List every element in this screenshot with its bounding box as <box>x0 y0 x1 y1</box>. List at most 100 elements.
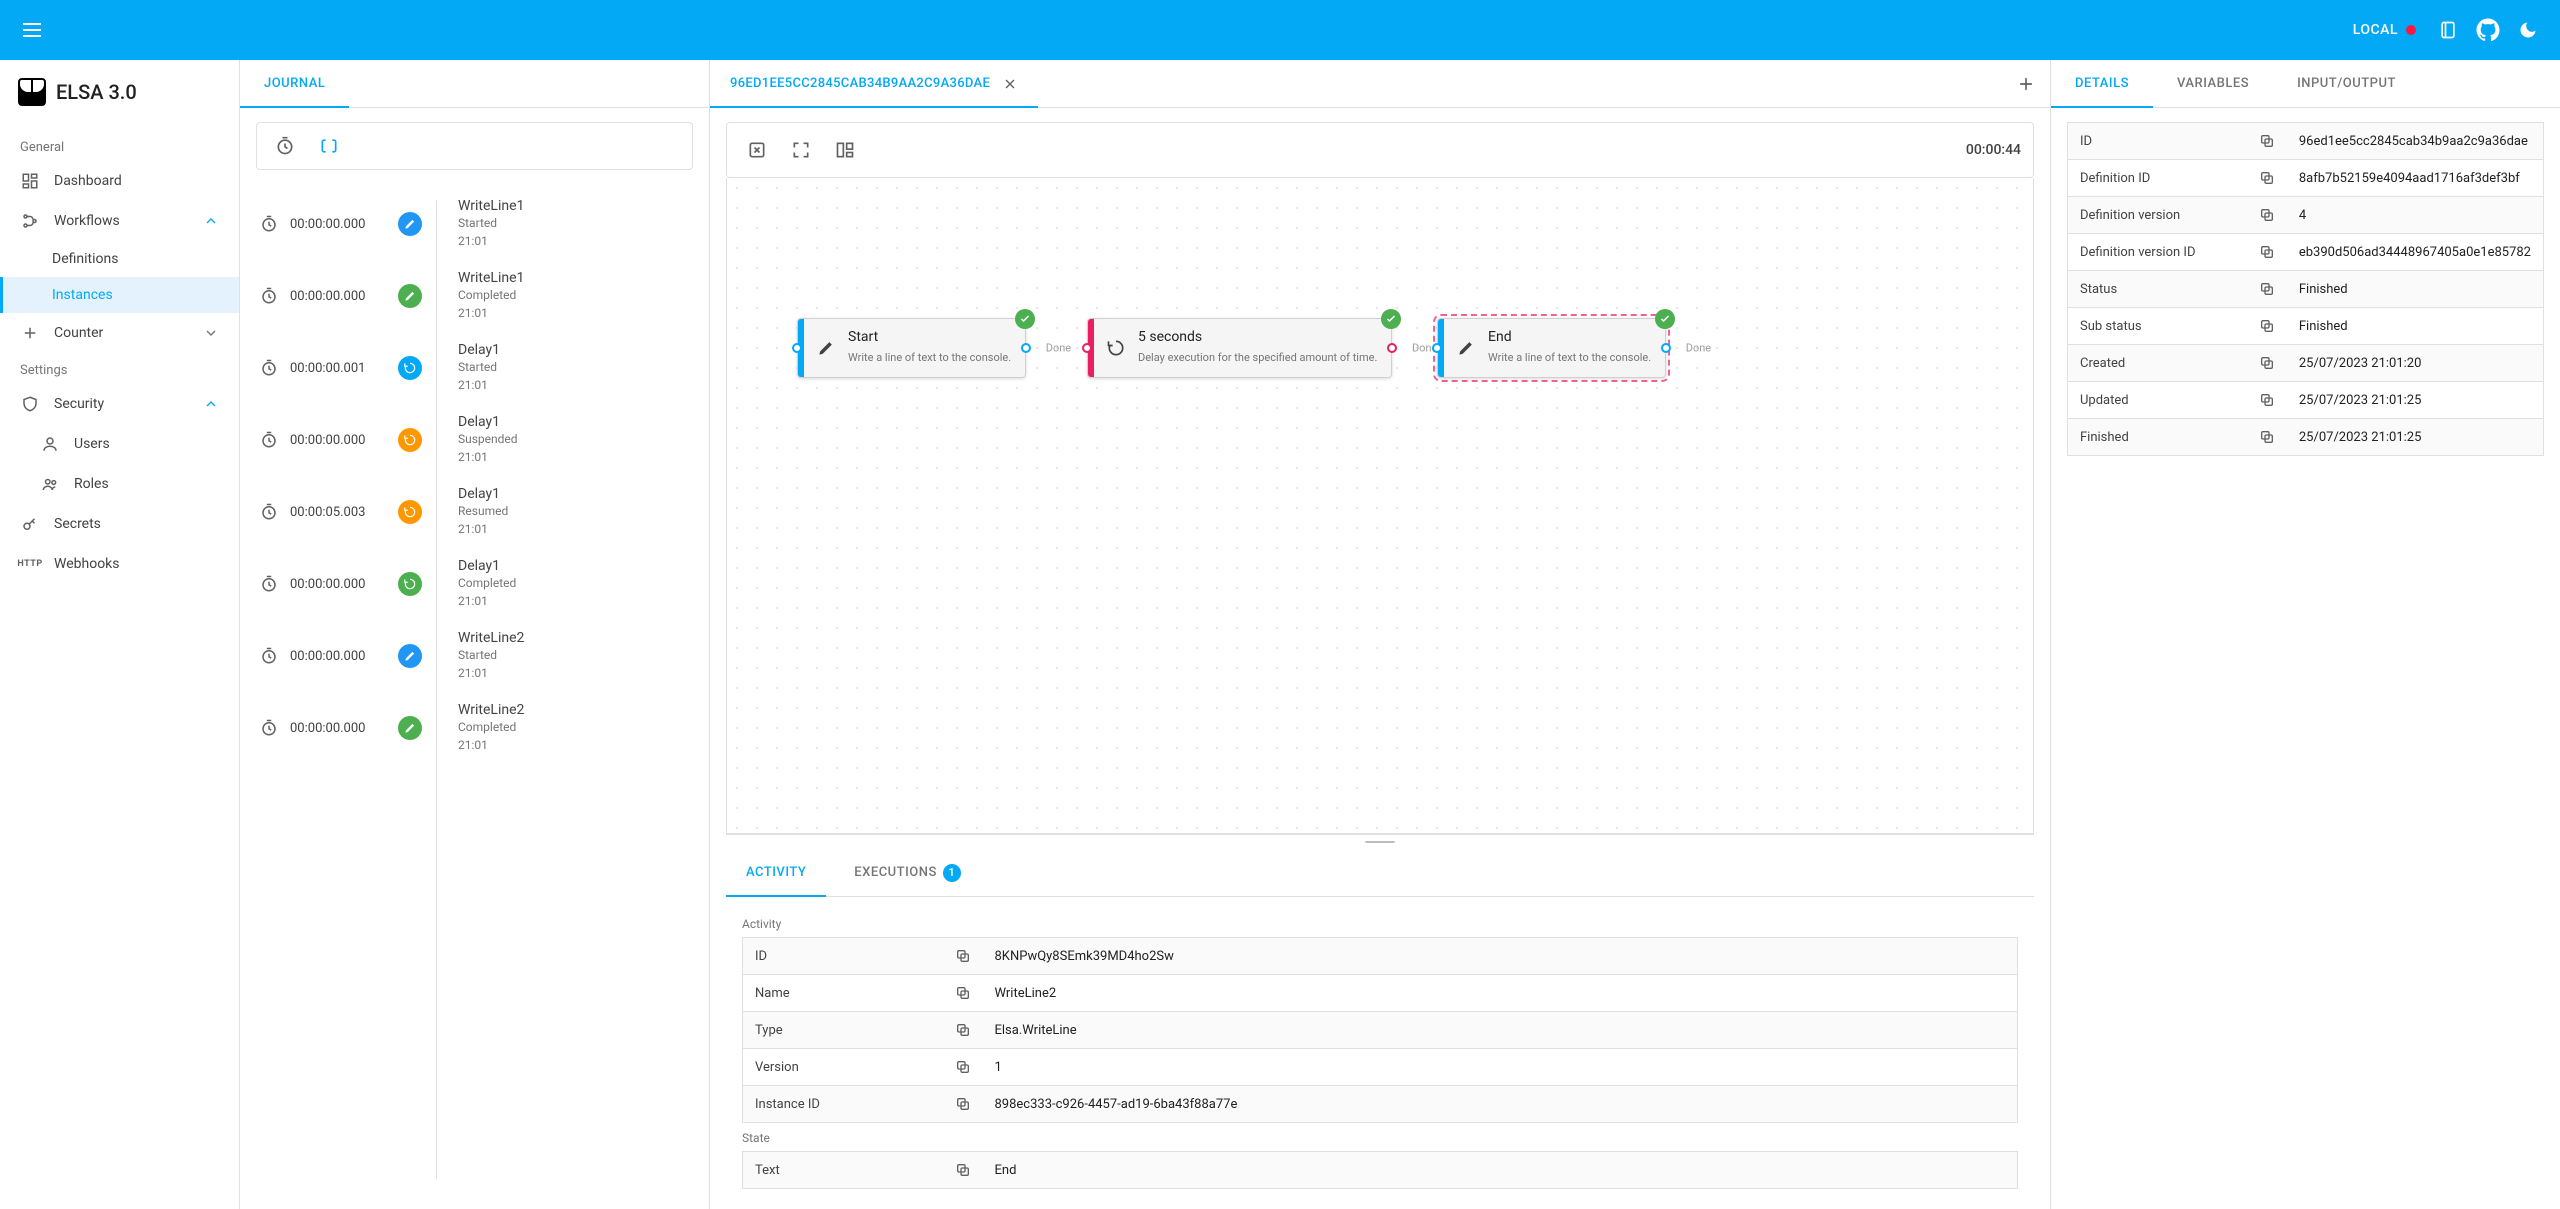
journal-row[interactable]: 00:00:05.003 Delay1 Resumed 21:01 <box>240 476 709 548</box>
node-port-out[interactable] <box>1661 343 1671 353</box>
tab-label: ACTIVITY <box>746 865 806 880</box>
journal-text: Delay1 Suspended 21:01 <box>458 414 518 466</box>
sidebar-item-label: Instances <box>52 287 113 303</box>
tab-label: DETAILS <box>2075 76 2129 91</box>
node-done-label: Done <box>1686 342 1711 355</box>
kv-key: Type <box>743 1012 943 1049</box>
sidebar-item-users[interactable]: Users <box>0 424 239 464</box>
copy-button[interactable] <box>2247 308 2287 345</box>
tab-executions[interactable]: EXECUTIONS 1 <box>834 849 981 896</box>
journal-time: 21:01 <box>458 736 524 754</box>
kv-value: 1 <box>983 1049 2018 1086</box>
zoom-fit-button[interactable] <box>739 132 775 168</box>
kv-value: 25/07/2023 21:01:25 <box>2287 382 2544 419</box>
kv-value: 96ed1ee5cc2845cab34b9aa2c9a36dae <box>2287 123 2544 160</box>
node-icon <box>1444 319 1488 377</box>
kv-key: Finished <box>2068 419 2247 456</box>
journal-title: WriteLine1 <box>458 270 524 286</box>
copy-button[interactable] <box>943 975 983 1012</box>
journal-title: Delay1 <box>458 486 508 502</box>
tab-details[interactable]: DETAILS <box>2051 60 2153 107</box>
environment-indicator[interactable]: LOCAL <box>2353 22 2416 38</box>
tab-activity[interactable]: ACTIVITY <box>726 849 826 896</box>
copy-button[interactable] <box>943 1012 983 1049</box>
node-port-out[interactable] <box>1021 343 1031 353</box>
sidebar-item-security[interactable]: Security <box>0 384 239 424</box>
sidebar-item-dashboard[interactable]: Dashboard <box>0 161 239 201</box>
node-port-in[interactable] <box>1432 343 1442 353</box>
copy-button[interactable] <box>2247 345 2287 382</box>
panel-drag-handle[interactable] <box>726 835 2034 849</box>
journal-badge <box>398 428 422 452</box>
sidebar-item-label: Counter <box>54 325 103 341</box>
sidebar-item-workflows[interactable]: Workflows <box>0 201 239 241</box>
close-icon[interactable] <box>1002 76 1018 92</box>
journal-title: Delay1 <box>458 342 500 358</box>
copy-button[interactable] <box>943 1049 983 1086</box>
details-panel: DETAILS VARIABLES INPUT/OUTPUT ID 96ed1e… <box>2050 60 2560 1209</box>
kv-key: Definition version ID <box>2068 234 2247 271</box>
journal-timer-button[interactable] <box>265 126 305 166</box>
tab-variables[interactable]: VARIABLES <box>2153 60 2273 107</box>
kv-key: Name <box>743 975 943 1012</box>
sidebar: ELSA 3.0 General Dashboard Workflows Def… <box>0 60 240 1209</box>
docs-button[interactable] <box>2428 10 2468 50</box>
journal-badge <box>398 284 422 308</box>
journal-panel: JOURNAL 00:00:00.000 WriteLine1 Started … <box>240 60 710 1209</box>
journal-brackets-button[interactable] <box>309 126 349 166</box>
sidebar-item-roles[interactable]: Roles <box>0 464 239 504</box>
copy-button[interactable] <box>2247 271 2287 308</box>
brand[interactable]: ELSA 3.0 <box>0 60 239 130</box>
sidebar-item-webhooks[interactable]: HTTP Webhooks <box>0 544 239 584</box>
copy-button[interactable] <box>2247 234 2287 271</box>
node-port-out[interactable] <box>1387 343 1397 353</box>
journal-row[interactable]: 00:00:00.000 WriteLine1 Completed 21:01 <box>240 260 709 332</box>
canvas-tab[interactable]: 96ED1EE5CC2845CAB34B9AA2C9A36DAE <box>710 60 1038 107</box>
journal-row[interactable]: 00:00:00.001 Delay1 Started 21:01 <box>240 332 709 404</box>
table-row: Name WriteLine2 <box>743 975 2018 1012</box>
tab-label: VARIABLES <box>2177 76 2249 91</box>
journal-text: WriteLine1 Completed 21:01 <box>458 270 524 322</box>
workflow-node[interactable]: End Write a line of text to the console.… <box>1437 318 1666 378</box>
journal-badge <box>398 212 422 236</box>
auto-layout-button[interactable] <box>827 132 863 168</box>
copy-button[interactable] <box>2247 382 2287 419</box>
sidebar-item-label: Roles <box>74 476 109 492</box>
theme-toggle[interactable] <box>2508 10 2548 50</box>
copy-button[interactable] <box>943 1086 983 1123</box>
node-port-in[interactable] <box>792 343 802 353</box>
menu-button[interactable] <box>12 10 52 50</box>
add-tab-button[interactable] <box>2002 60 2050 108</box>
sidebar-item-secrets[interactable]: Secrets <box>0 504 239 544</box>
tab-journal[interactable]: JOURNAL <box>240 60 349 107</box>
sidebar-section-general: General <box>0 130 239 161</box>
copy-button[interactable] <box>2247 197 2287 234</box>
copy-button[interactable] <box>2247 419 2287 456</box>
workflow-node[interactable]: Start Write a line of text to the consol… <box>797 318 1026 378</box>
copy-button[interactable] <box>2247 160 2287 197</box>
copy-button[interactable] <box>943 1152 983 1189</box>
copy-button[interactable] <box>943 938 983 975</box>
kv-table: ID 8KNPwQy8SEmk39MD4ho2Sw Name WriteLine… <box>742 937 2018 1123</box>
sidebar-item-counter[interactable]: Counter <box>0 313 239 353</box>
github-button[interactable] <box>2468 10 2508 50</box>
fullscreen-button[interactable] <box>783 132 819 168</box>
journal-row[interactable]: 00:00:00.000 WriteLine2 Started 21:01 <box>240 620 709 692</box>
kv-key: Status <box>2068 271 2247 308</box>
journal-row[interactable]: 00:00:00.000 Delay1 Completed 21:01 <box>240 548 709 620</box>
sidebar-item-definitions[interactable]: Definitions <box>0 241 239 277</box>
node-port-in[interactable] <box>1082 343 1092 353</box>
chevron-up-icon <box>203 396 219 412</box>
journal-row[interactable]: 00:00:00.000 WriteLine2 Completed 21:01 <box>240 692 709 764</box>
journal-list[interactable]: 00:00:00.000 WriteLine1 Started 21:01 00… <box>240 170 709 1209</box>
workflow-canvas[interactable]: Start Write a line of text to the consol… <box>726 178 2034 834</box>
node-title: Start <box>848 329 1011 345</box>
copy-button[interactable] <box>2247 123 2287 160</box>
journal-row[interactable]: 00:00:00.000 Delay1 Suspended 21:01 <box>240 404 709 476</box>
journal-row[interactable]: 00:00:00.000 WriteLine1 Started 21:01 <box>240 188 709 260</box>
tab-input-output[interactable]: INPUT/OUTPUT <box>2273 60 2420 107</box>
node-done-label: Done <box>1046 342 1071 355</box>
sidebar-item-instances[interactable]: Instances <box>0 277 239 313</box>
workflow-node[interactable]: 5 seconds Delay execution for the specif… <box>1087 318 1392 378</box>
table-row: Sub status Finished <box>2068 308 2544 345</box>
